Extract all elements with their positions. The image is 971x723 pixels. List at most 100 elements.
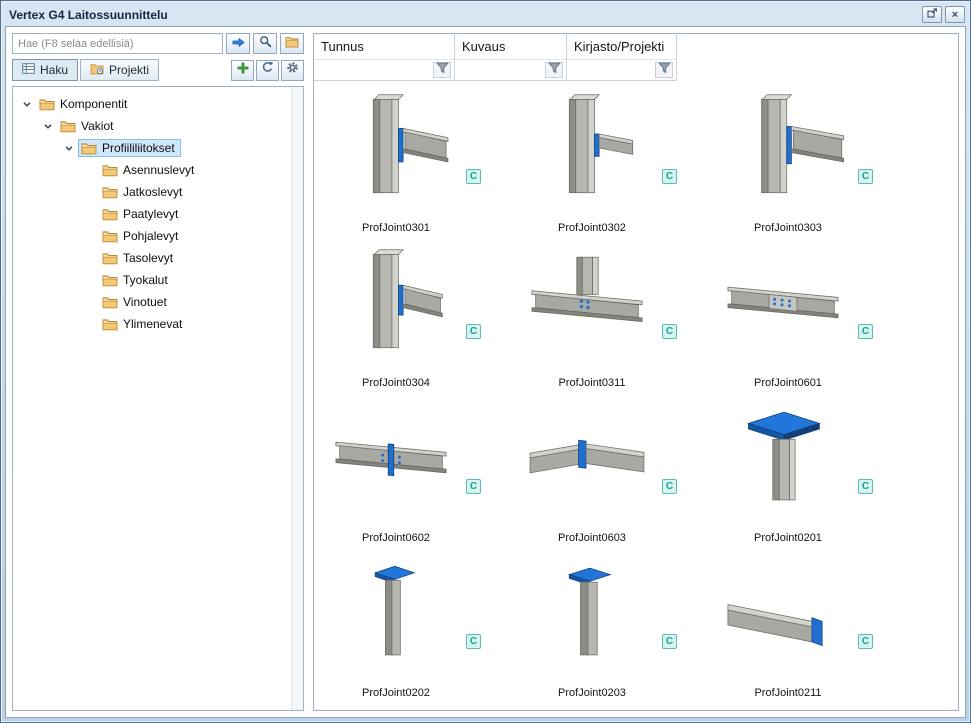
component-id: ProfJoint0203 [512, 687, 672, 699]
filter-button[interactable] [545, 62, 563, 78]
component-grid: CProfJoint0301CProfJoint0302CProfJoint03… [314, 81, 958, 710]
component-item[interactable]: C ProfJoint0603 [512, 401, 708, 556]
component-thumbnail[interactable] [320, 401, 462, 513]
component-id: ProfJoint0304 [316, 377, 476, 389]
component-type-icon: C [662, 479, 677, 494]
component-item[interactable]: CProfJoint0602 [316, 401, 512, 556]
component-thumbnail[interactable] [516, 91, 658, 203]
tree-item-labelwrap: Asennuslevyt [99, 161, 200, 179]
tree-item-label: Pohjalevyt [123, 229, 178, 243]
tree-item-label: Ylimenevat [123, 317, 182, 331]
tree-item[interactable]: Tasolevyt [13, 247, 291, 269]
funnel-icon [436, 61, 449, 79]
component-type-icon: C [858, 169, 873, 184]
titlebar[interactable]: Vertex G4 Laitossuunnittelu × [1, 1, 970, 25]
component-id: ProfJoint0202 [316, 687, 476, 699]
component-thumbnail[interactable] [712, 246, 854, 358]
component-thumbnail[interactable] [320, 556, 462, 668]
close-button[interactable]: × [945, 6, 965, 23]
component-item[interactable]: CProfJoint0302 [512, 91, 708, 246]
tree-item[interactable]: Vakiot [13, 115, 291, 137]
component-id: ProfJoint0601 [708, 377, 868, 389]
tree-item[interactable]: Tyokalut [13, 269, 291, 291]
filter-button[interactable] [655, 62, 673, 78]
folder-icon [102, 164, 118, 177]
column-header-label[interactable]: Kuvaus [455, 34, 566, 59]
component-thumbnail[interactable] [516, 556, 658, 668]
tree-item-labelwrap: Ylimenevat [99, 315, 188, 333]
tree-item[interactable]: Paatylevyt [13, 203, 291, 225]
chevron-down-icon[interactable] [39, 122, 57, 131]
component-item[interactable]: C ProfJoint0202 [316, 556, 512, 710]
browse-folder-button[interactable] [280, 33, 304, 54]
undock-button[interactable] [922, 6, 942, 23]
tree-item-label: Komponentit [60, 97, 127, 111]
component-thumbnail[interactable] [320, 246, 462, 358]
tree-item[interactable]: Asennuslevyt [13, 159, 291, 181]
tree-scrollbar[interactable] [291, 87, 303, 710]
component-type-icon: C [858, 479, 873, 494]
component-item[interactable]: C ProfJoint0601 [708, 246, 904, 401]
component-item[interactable]: CProfJoint0301 [316, 91, 512, 246]
component-type-icon: C [858, 634, 873, 649]
tab-projekti[interactable]: Projekti [80, 59, 159, 81]
chevron-down-icon[interactable] [18, 100, 36, 109]
tree-item[interactable]: Vinotuet [13, 291, 291, 313]
filter-button[interactable] [433, 62, 451, 78]
component-thumbnail[interactable] [516, 246, 658, 358]
close-icon: × [952, 9, 958, 21]
go-arrow-icon [232, 35, 245, 53]
component-item[interactable]: CProfJoint0311 [512, 246, 708, 401]
chevron-down-icon[interactable] [60, 144, 78, 153]
refresh-button[interactable] [256, 60, 279, 81]
component-thumbnail[interactable] [712, 91, 854, 203]
tree-item-label: Asennuslevyt [123, 163, 194, 177]
component-item[interactable]: C ProfJoint0203 [512, 556, 708, 710]
tree-item[interactable]: Jatkoslevyt [13, 181, 291, 203]
component-thumbnail[interactable] [320, 91, 462, 203]
app-window: Vertex G4 Laitossuunnittelu × Haku Proje… [0, 0, 971, 723]
component-type-icon: C [662, 634, 677, 649]
settings-button[interactable] [281, 60, 304, 81]
column-header-kuvaus: Kuvaus [455, 34, 567, 81]
folder-icon [102, 274, 118, 287]
component-list-panel: TunnusKuvausKirjasto/Projekti CProfJoint… [313, 33, 959, 711]
component-thumbnail[interactable] [516, 401, 658, 513]
tree-item[interactable]: Komponentit [13, 93, 291, 115]
tree-item-labelwrap: Komponentit [36, 95, 133, 113]
component-item[interactable]: CProfJoint0211 [708, 556, 904, 710]
tree-item-labelwrap: Vinotuet [99, 293, 173, 311]
tree-item[interactable]: Profiililiitokset [13, 137, 291, 159]
tree-item-labelwrap: Paatylevyt [99, 205, 184, 223]
tree-item-labelwrap: Tasolevyt [99, 249, 179, 267]
add-button[interactable] [231, 60, 254, 81]
search-button[interactable] [253, 33, 277, 54]
tab-haku[interactable]: Haku [12, 59, 78, 81]
add-icon [237, 61, 249, 79]
tree-item-label: Vakiot [81, 119, 113, 133]
component-type-icon: C [662, 169, 677, 184]
component-type-icon: C [466, 634, 481, 649]
column-header-tunnus: Tunnus [314, 34, 455, 81]
search-go-button[interactable] [226, 33, 250, 54]
tree-item[interactable]: Ylimenevat [13, 313, 291, 335]
tree-item-label: Profiililiitokset [102, 141, 175, 155]
component-item[interactable]: CProfJoint0201 [708, 401, 904, 556]
component-thumbnail[interactable] [712, 401, 854, 513]
tab-projekti-label: Projekti [109, 63, 149, 77]
component-id: ProfJoint0603 [512, 532, 672, 544]
component-type-icon: C [858, 324, 873, 339]
component-type-icon: C [466, 479, 481, 494]
component-thumbnail[interactable] [712, 556, 854, 668]
column-header-label[interactable]: Tunnus [314, 34, 454, 59]
component-id: ProfJoint0303 [708, 222, 868, 234]
search-input[interactable] [12, 33, 223, 54]
tree-item[interactable]: Pohjalevyt [13, 225, 291, 247]
tree-item-labelwrap: Vakiot [57, 117, 119, 135]
component-item[interactable]: CProfJoint0304 [316, 246, 512, 401]
column-header-label[interactable]: Kirjasto/Projekti [567, 34, 676, 59]
component-id: ProfJoint0311 [512, 377, 672, 389]
tree-item-label: Tyokalut [123, 273, 168, 287]
folder-icon [102, 230, 118, 243]
component-item[interactable]: C ProfJoint0303 [708, 91, 904, 246]
